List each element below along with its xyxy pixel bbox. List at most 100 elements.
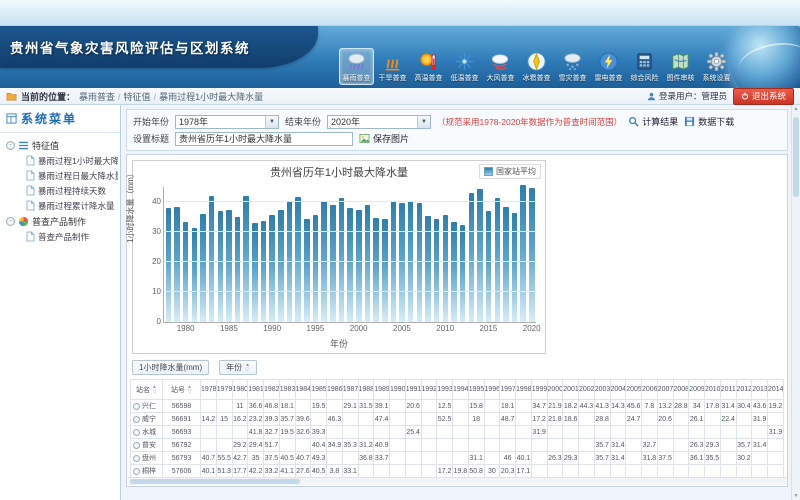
bar-1984[interactable]	[218, 211, 224, 322]
bar-2008[interactable]	[425, 216, 431, 322]
power-icon	[741, 92, 749, 100]
value-cell	[484, 426, 500, 439]
toolbar-item-暴雨普查[interactable]: 暴雨普查	[339, 48, 374, 85]
column-header-year: 1999	[531, 380, 547, 400]
sidebar-item-暴雨过程1小时最大降水量[interactable]: 暴雨过程1小时最大降水量	[6, 153, 118, 168]
vertical-scrollbar[interactable]: ▲ ▼	[791, 105, 800, 500]
toolbar-item-综合风险[interactable]: 综合风险	[627, 48, 662, 85]
bar-2001[interactable]	[365, 205, 371, 322]
bar-2020[interactable]	[529, 188, 535, 322]
sort-arrows-icon[interactable]: ▲▽	[245, 363, 250, 372]
column-header-station-name[interactable]: 站名▲▽	[131, 380, 163, 400]
value-cell: 39.3	[264, 413, 280, 426]
bar-1997[interactable]	[330, 205, 336, 322]
bar-slot	[268, 187, 277, 322]
bar-1980[interactable]	[183, 222, 189, 322]
start-year-select[interactable]: 1978年 ▼	[175, 115, 279, 129]
toolbar-item-雪灾普查[interactable]: 雪灾普查	[555, 48, 590, 85]
value-cell	[673, 465, 689, 478]
station-radio-button[interactable]	[133, 442, 140, 449]
bar-1993[interactable]	[295, 197, 301, 322]
bar-2002[interactable]	[373, 218, 379, 322]
horizontal-scrollbar[interactable]	[128, 477, 786, 485]
bar-2012[interactable]	[460, 225, 466, 322]
bar-2018[interactable]	[512, 213, 518, 323]
tree-toggle-icon[interactable]: -	[6, 141, 15, 150]
value-cell: 45.6	[626, 400, 642, 413]
tree-toggle-icon[interactable]: -	[6, 217, 15, 226]
sidebar-group-特征值[interactable]: -特征值	[6, 137, 118, 153]
value-cell: 29.3	[563, 452, 579, 465]
toolbar-item-雷电普查[interactable]: 雷电普查	[591, 48, 626, 85]
bar-2007[interactable]	[417, 203, 423, 322]
station-radio-button[interactable]	[133, 455, 140, 462]
bar-1987[interactable]	[243, 196, 249, 322]
station-radio-button[interactable]	[133, 429, 140, 436]
bar-1999[interactable]	[347, 208, 353, 322]
logout-button[interactable]: 退出系统	[733, 88, 794, 105]
bar-1988[interactable]	[252, 223, 258, 322]
bar-1991[interactable]	[278, 210, 284, 323]
bar-1989[interactable]	[261, 221, 267, 322]
sidebar-item-暴雨过程持续天数[interactable]: 暴雨过程持续天数	[6, 183, 118, 198]
sort-arrows-icon[interactable]: ▲▽	[187, 385, 192, 394]
bar-2013[interactable]	[469, 193, 475, 322]
value-cell: 40.5	[311, 465, 327, 478]
toolbar-item-系统设置[interactable]: 系统设置	[699, 48, 734, 85]
calculate-button[interactable]: 计算结果	[628, 115, 678, 128]
x-tick-label: 2000	[350, 324, 368, 333]
bar-2016[interactable]	[495, 198, 501, 323]
sidebar-item-暴雨过程累计降水量[interactable]: 暴雨过程累计降水量	[6, 198, 118, 213]
save-image-button[interactable]: 保存图片	[359, 132, 409, 145]
breadcrumb-item[interactable]: 暴雨普查	[79, 92, 115, 102]
bar-2003[interactable]	[382, 219, 388, 322]
bar-2011[interactable]	[451, 222, 457, 322]
toolbar-item-图件审核[interactable]: 图件审核	[663, 48, 698, 85]
bar-1985[interactable]	[226, 210, 232, 322]
toolbar-item-干旱普查[interactable]: 干旱普查	[375, 48, 410, 85]
sidebar-item-暴雨过程日最大降水量[interactable]: 暴雨过程日最大降水量	[6, 168, 118, 183]
sidebar-group-普查产品制作[interactable]: -普查产品制作	[6, 213, 118, 229]
value-cell: 20.6	[657, 413, 673, 426]
sidebar-item-普查产品制作[interactable]: 普查产品制作	[6, 229, 118, 244]
bar-2009[interactable]	[434, 219, 440, 322]
value-cell: 31.1	[468, 452, 484, 465]
field-chip-年份[interactable]: 年份▲▽	[219, 360, 257, 375]
station-radio-button[interactable]	[133, 468, 140, 475]
column-header-station-id[interactable]: 站号▲▽	[163, 380, 201, 400]
bar-slot	[207, 187, 216, 322]
h-scrollbar-thumb[interactable]	[130, 479, 300, 484]
bar-1979[interactable]	[174, 207, 180, 323]
bar-1994[interactable]	[304, 219, 310, 322]
station-radio-button[interactable]	[133, 416, 140, 423]
scroll-up-icon[interactable]: ▲	[792, 106, 800, 112]
gridline	[164, 201, 536, 202]
station-radio-button[interactable]	[133, 403, 140, 410]
bar-1986[interactable]	[235, 217, 241, 322]
v-scrollbar-thumb[interactable]	[793, 117, 799, 197]
breadcrumb-item[interactable]: 暴雨过程1小时最大降水量	[159, 92, 263, 102]
value-cell	[500, 426, 516, 439]
x-tick-label: 2010	[436, 324, 454, 333]
toolbar-item-低温普查[interactable]: 低温普查	[447, 48, 482, 85]
bar-1981[interactable]	[192, 228, 198, 322]
toolbar-item-大风普查[interactable]: 大风普查	[483, 48, 518, 85]
bar-2005[interactable]	[399, 203, 405, 322]
bar-1983[interactable]	[209, 196, 215, 322]
breadcrumb-item[interactable]: 特征值	[124, 92, 151, 102]
end-year-select[interactable]: 2020年 ▼	[327, 115, 431, 129]
download-button[interactable]: 数据下载	[684, 115, 734, 128]
toolbar-item-高温普查[interactable]: 高温普查	[411, 48, 446, 85]
bar-2000[interactable]	[356, 210, 362, 323]
field-chip-1小时降水量(mm)[interactable]: 1小时降水量(mm)	[132, 360, 209, 375]
sort-arrows-icon[interactable]: ▲▽	[152, 385, 157, 394]
scroll-down-icon[interactable]: ▼	[792, 493, 800, 499]
chart-title-input[interactable]: 贵州省历年1小时最大降水量	[175, 132, 353, 146]
bar-1978[interactable]	[166, 208, 172, 322]
value-cell: 17.2	[531, 413, 547, 426]
bar-2015[interactable]	[486, 211, 492, 322]
bar-2014[interactable]	[477, 189, 483, 322]
toolbar-item-冰雹普查[interactable]: 冰雹普查	[519, 48, 554, 85]
bar-2019[interactable]	[520, 185, 526, 322]
bar-2017[interactable]	[503, 207, 509, 323]
